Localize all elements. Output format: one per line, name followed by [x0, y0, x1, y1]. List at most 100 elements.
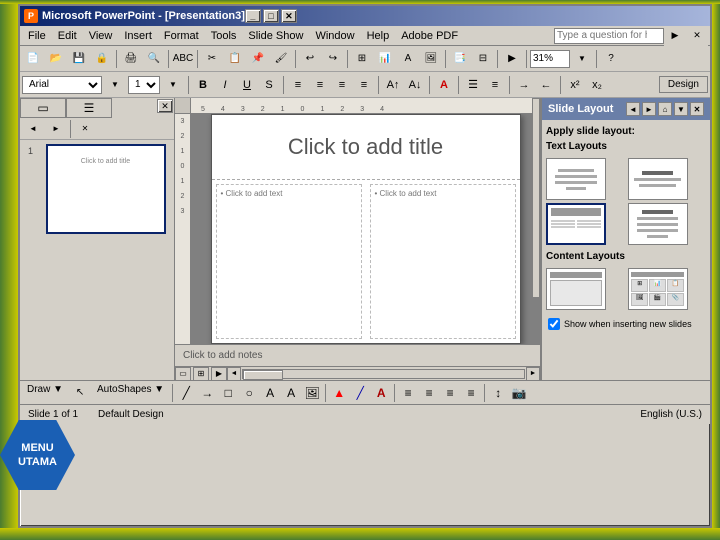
align-right-button[interactable]: ≡ — [332, 76, 352, 94]
select-arrow-btn[interactable]: ↖ — [69, 383, 91, 403]
decrease-size-button[interactable]: A↓ — [405, 76, 425, 94]
task-pane-home-btn[interactable]: ⌂ — [658, 102, 672, 116]
insert-chart-button[interactable]: 📊 — [374, 49, 396, 69]
slide-column-2[interactable]: • Click to add text — [370, 184, 516, 339]
insert-pic-btn[interactable]: 📷 — [509, 384, 529, 402]
task-pane-fwd-btn[interactable]: ► — [642, 102, 656, 116]
slide-layout-button[interactable]: ⊟ — [472, 49, 494, 69]
ellipse-tool[interactable]: ○ — [239, 384, 259, 402]
line-tool[interactable]: ╱ — [176, 384, 196, 402]
layout-full-text[interactable] — [628, 203, 688, 245]
italic-button[interactable]: I — [215, 76, 235, 94]
justify-draw-btn[interactable]: ≡ — [461, 384, 481, 402]
task-pane-close-btn[interactable]: ✕ — [690, 102, 704, 116]
subscript-button[interactable]: x₂ — [587, 76, 607, 94]
show-button[interactable]: ▶ — [501, 49, 523, 69]
superscript-button[interactable]: x² — [565, 76, 585, 94]
textbox-tool[interactable]: A — [260, 384, 280, 402]
undo-button[interactable]: ↩ — [299, 49, 321, 69]
decrease-indent-button[interactable]: ← — [536, 76, 556, 94]
font-dropdown-btn[interactable]: ▼ — [104, 75, 126, 95]
slide-column-1[interactable]: • Click to add text — [216, 184, 362, 339]
outline-close-btn[interactable]: ✕ — [74, 119, 96, 139]
new-button[interactable]: 📄 — [22, 49, 44, 69]
format-painter-button[interactable]: 🖌 — [270, 49, 292, 69]
autoshapes-button[interactable]: AutoShapes ▼ — [92, 383, 169, 403]
menu-edit[interactable]: Edit — [52, 28, 83, 44]
justify-button[interactable]: ≡ — [354, 76, 374, 94]
permission-button[interactable]: 🔒 — [91, 49, 113, 69]
align-left-draw-btn[interactable]: ≡ — [398, 384, 418, 402]
layout-blank[interactable] — [546, 158, 606, 200]
underline-button[interactable]: U — [237, 76, 257, 94]
task-pane-back-btn[interactable]: ◄ — [626, 102, 640, 116]
slidesorter-view-button[interactable]: ⊞ — [193, 367, 209, 381]
panel-close-button[interactable]: ✕ — [157, 99, 173, 113]
spell-button[interactable]: ABC — [172, 49, 194, 69]
font-family-select[interactable]: Arial — [22, 76, 102, 94]
close-button[interactable]: ✕ — [281, 9, 297, 23]
help-search-box[interactable] — [554, 28, 664, 44]
arrow-tool[interactable]: → — [197, 384, 217, 402]
insert-wordart-button[interactable]: A — [397, 49, 419, 69]
line-color-tool[interactable]: ╱ — [350, 384, 370, 402]
align-left-button[interactable]: ≡ — [288, 76, 308, 94]
design-button[interactable]: Design — [659, 76, 708, 93]
outline-tab-outline[interactable]: ☰ — [66, 98, 112, 118]
menu-view[interactable]: View — [83, 28, 119, 44]
fill-color-tool[interactable]: ▲ — [329, 384, 349, 402]
print-button[interactable]: 🖨 — [120, 49, 142, 69]
up-down-btn[interactable]: ↕ — [488, 384, 508, 402]
menu-window[interactable]: Window — [309, 28, 360, 44]
align-right-draw-btn[interactable]: ≡ — [440, 384, 460, 402]
font-color-tool[interactable]: A — [371, 384, 391, 402]
notes-bar[interactable]: Click to add notes — [175, 344, 540, 366]
cut-button[interactable]: ✂ — [201, 49, 223, 69]
insert-table-button[interactable]: ⊞ — [351, 49, 373, 69]
layout-content-2[interactable]: ⊞ 📊 📋 🖼 🎬 📎 — [628, 268, 688, 310]
align-center-button[interactable]: ≡ — [310, 76, 330, 94]
size-dropdown-btn[interactable]: ▼ — [162, 75, 184, 95]
print-preview-button[interactable]: 🔍 — [143, 49, 165, 69]
help-button[interactable]: ? — [600, 49, 622, 69]
slideshow-view-button[interactable]: ▶ — [211, 367, 227, 381]
font-size-select[interactable]: 18 — [128, 76, 160, 94]
rect-tool[interactable]: □ — [218, 384, 238, 402]
layout-title-only[interactable] — [628, 158, 688, 200]
menu-file[interactable]: File — [22, 28, 52, 44]
numbered-list-button[interactable]: ≡ — [485, 76, 505, 94]
open-button[interactable]: 📂 — [45, 49, 67, 69]
menu-insert[interactable]: Insert — [118, 28, 158, 44]
scroll-track-h[interactable] — [242, 369, 525, 379]
outline-fwd-btn[interactable]: ► — [45, 119, 67, 139]
insert-clip-button[interactable]: 🖼 — [420, 49, 442, 69]
slide-thumbnail-1[interactable]: Click to add title — [46, 144, 166, 234]
redo-button[interactable]: ↪ — [322, 49, 344, 69]
outline-back-btn[interactable]: ◄ — [22, 119, 44, 139]
shadow-button[interactable]: S — [259, 76, 279, 94]
show-inserting-checkbox[interactable] — [548, 318, 560, 330]
new-slide-button[interactable]: 📑 — [449, 49, 471, 69]
align-center-draw-btn[interactable]: ≡ — [419, 384, 439, 402]
close-help-button[interactable]: ✕ — [686, 26, 708, 46]
save-button[interactable]: 💾 — [68, 49, 90, 69]
font-color-button[interactable]: A — [434, 76, 454, 94]
normal-view-button[interactable]: ▭ — [175, 367, 191, 381]
help-search-input[interactable] — [557, 30, 647, 41]
menu-format[interactable]: Format — [158, 28, 205, 44]
scroll-right-button[interactable]: ► — [526, 367, 540, 381]
increase-indent-button[interactable]: → — [514, 76, 534, 94]
clipart-tool[interactable]: 🖼 — [302, 384, 322, 402]
draw-button[interactable]: Draw ▼ — [22, 383, 68, 403]
minimize-button[interactable]: _ — [245, 9, 261, 23]
scroll-left-button[interactable]: ◄ — [227, 367, 241, 381]
zoom-dropdown-button[interactable]: ▼ — [571, 49, 593, 69]
increase-size-button[interactable]: A↑ — [383, 76, 403, 94]
menu-help[interactable]: Help — [361, 28, 396, 44]
bullet-list-button[interactable]: ☰ — [463, 76, 483, 94]
menu-slideshow[interactable]: Slide Show — [242, 28, 309, 44]
menu-tools[interactable]: Tools — [205, 28, 243, 44]
menu-adobepdf[interactable]: Adobe PDF — [395, 28, 464, 44]
copy-button[interactable]: 📋 — [224, 49, 246, 69]
layout-two-col[interactable] — [546, 203, 606, 245]
